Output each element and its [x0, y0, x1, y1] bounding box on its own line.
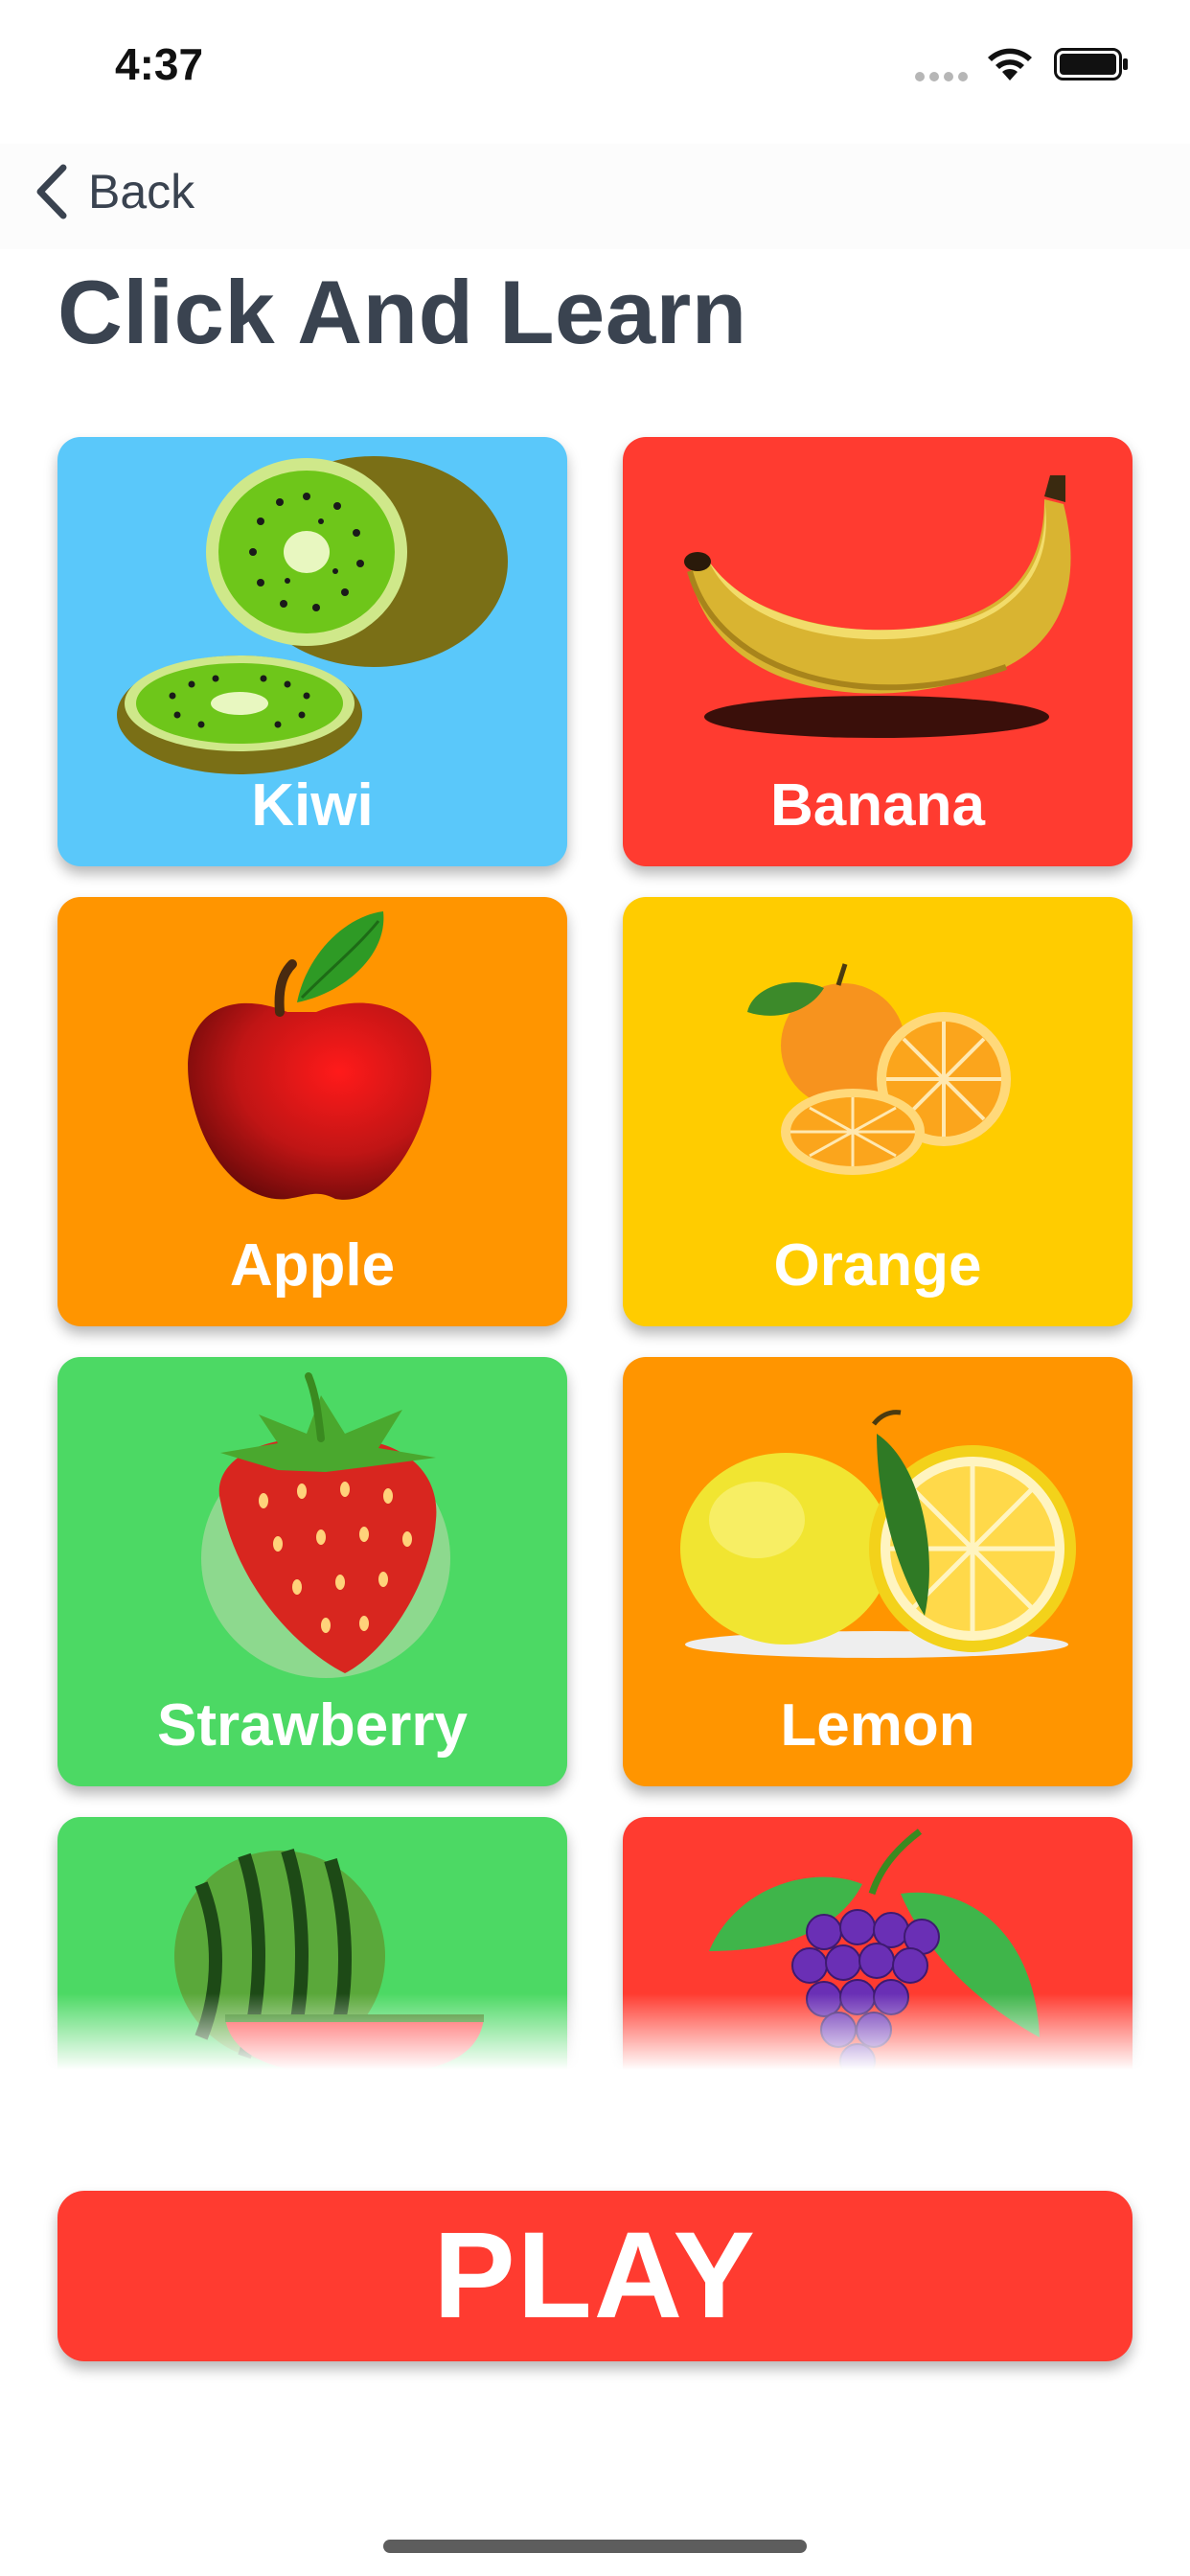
apple-icon: [188, 911, 432, 1200]
kiwi-icon: [117, 456, 508, 774]
cellular-signal-icon: [915, 69, 973, 86]
fruit-tile-label: Apple: [229, 1232, 396, 1299]
fruit-tile-orange[interactable]: Orange: [623, 897, 1133, 1326]
fruit-tile-label: Orange: [773, 1232, 982, 1299]
scroll-fade: [0, 1993, 1190, 2070]
chevron-left-icon: [36, 164, 67, 219]
fruit-tile-strawberry[interactable]: Strawberry: [57, 1357, 567, 1786]
wifi-icon: [988, 48, 1032, 80]
page-title: Click And Learn: [57, 262, 747, 362]
fruit-tile-apple[interactable]: Apple: [57, 897, 567, 1326]
home-indicator: [383, 2540, 807, 2553]
fruit-tile-label: Strawberry: [157, 1692, 468, 1759]
fruit-grid: Kiwi Banana Apple Orange Strawberry Lemo…: [0, 422, 1190, 2070]
banana-icon: [684, 475, 1071, 738]
strawberry-icon: [201, 1372, 450, 1678]
lemon-icon: [680, 1410, 1076, 1658]
back-button[interactable]: Back: [33, 158, 195, 225]
fruit-tile-kiwi[interactable]: Kiwi: [57, 437, 567, 866]
fruit-tile-label: Lemon: [780, 1692, 975, 1759]
fruit-tile-label: Kiwi: [251, 772, 374, 839]
fruit-tile-lemon[interactable]: Lemon: [623, 1357, 1133, 1786]
fruit-tile-label: Banana: [770, 772, 985, 839]
play-button[interactable]: PLAY: [57, 2191, 1133, 2361]
fruit-tile-banana[interactable]: Banana: [623, 437, 1133, 866]
status-time: 4:37: [115, 39, 204, 89]
battery-icon: [1054, 48, 1128, 80]
back-label: Back: [88, 165, 195, 218]
orange-icon: [747, 963, 1011, 1175]
